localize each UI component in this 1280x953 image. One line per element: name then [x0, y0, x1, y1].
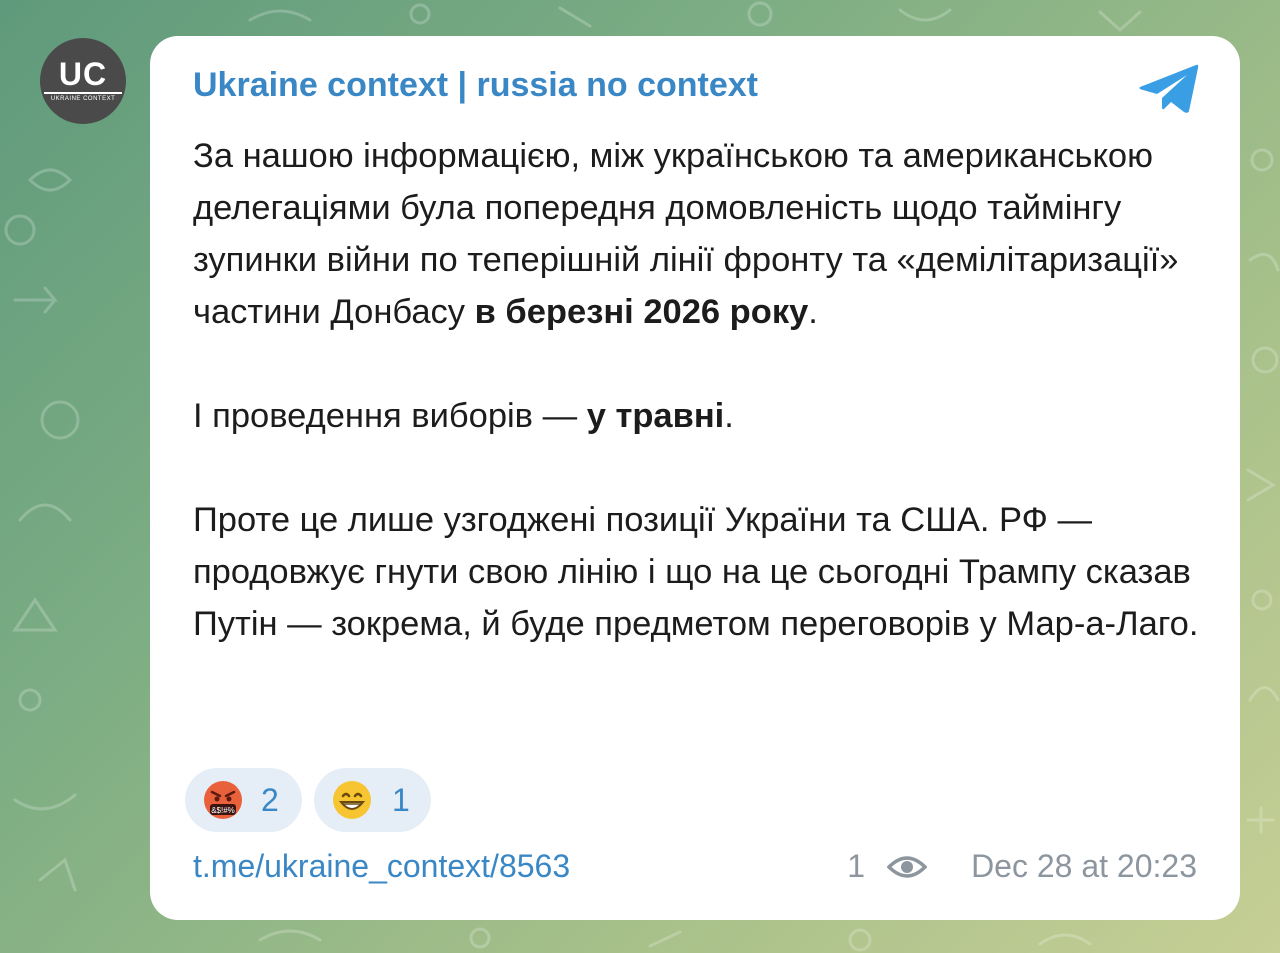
message-paragraph-2: І проведення виборів — у травні.	[193, 390, 1203, 442]
message-card: Ukraine context | russia no context За н…	[150, 36, 1240, 920]
grinning-face-icon	[333, 781, 371, 819]
message-paragraph-3: Проте це лише узгоджені позиції України …	[193, 501, 1199, 643]
paragraph-1-end: .	[808, 293, 818, 331]
avatar-divider	[44, 92, 122, 94]
svg-text:&$!#%: &$!#%	[211, 806, 235, 815]
reaction-count: 2	[261, 782, 279, 818]
angry-swearing-face-icon: &$!#%	[204, 781, 242, 819]
reaction-grinning[interactable]: 1	[314, 768, 431, 832]
paragraph-2-bold: у травні	[586, 397, 725, 435]
channel-name[interactable]: Ukraine context | russia no context	[193, 66, 758, 105]
reaction-count: 1	[392, 782, 410, 818]
paragraph-2-end: .	[724, 397, 734, 435]
message-link[interactable]: t.me/ukraine_context/8563	[193, 848, 570, 885]
message-meta: 1 Dec 28 at 20:23	[817, 848, 1197, 888]
view-count: 1	[847, 848, 865, 884]
avatar-subtitle: UKRAINE CONTEXT	[50, 96, 116, 102]
timestamp: Dec 28 at 20:23	[971, 848, 1197, 884]
avatar-monogram: UC	[58, 56, 108, 92]
channel-avatar[interactable]: UC UKRAINE CONTEXT	[40, 38, 126, 124]
message-paragraph-1: За нашою інформацією, між українською та…	[193, 130, 1203, 338]
message-text: За нашою інформацією, між українською та…	[193, 130, 1203, 650]
reaction-angry[interactable]: &$!#% 2	[185, 768, 302, 832]
eye-icon	[887, 856, 927, 878]
paragraph-2-text: І проведення виборів —	[193, 397, 587, 435]
paragraph-1-bold: в березні 2026 року	[474, 293, 809, 331]
telegram-icon	[1139, 64, 1199, 113]
